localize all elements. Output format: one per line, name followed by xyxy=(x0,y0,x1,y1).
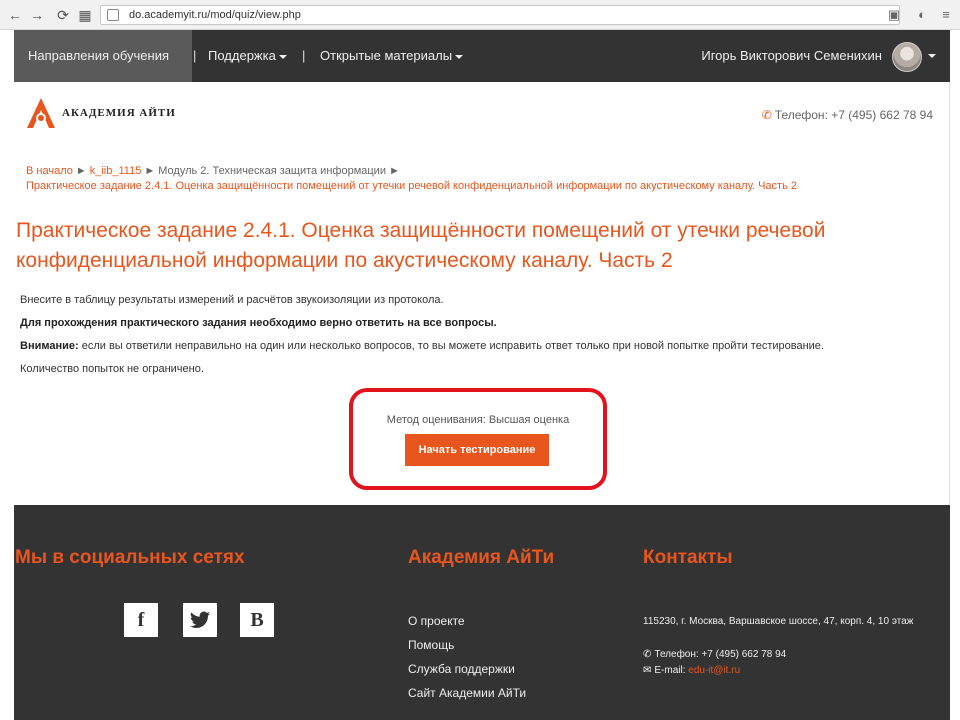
page-icon xyxy=(107,9,119,21)
intro-text-1: Внесите в таблицу результаты измерений и… xyxy=(20,294,444,306)
nav-separator: | xyxy=(302,48,306,63)
phone-icon: ✆ xyxy=(761,108,772,122)
web-page: Направления обучения | Поддержка | Откры… xyxy=(14,30,950,720)
bookmark-icon[interactable]: ▣ xyxy=(886,7,902,23)
grading-method: Метод оценивания: Высшая оценка xyxy=(386,414,570,426)
avatar[interactable] xyxy=(892,42,922,72)
vk-icon[interactable]: B xyxy=(240,603,274,637)
contact-email-link[interactable]: edu-it@it.ru xyxy=(688,665,740,676)
nav-open-materials[interactable]: Открытые материалы xyxy=(320,30,464,82)
footer-link-about[interactable]: О проекте xyxy=(408,614,465,628)
phone-icon: ✆ xyxy=(643,649,652,660)
logo-icon xyxy=(27,98,55,128)
start-test-button[interactable]: Начать тестирование xyxy=(405,434,549,466)
chevron-down-icon xyxy=(278,54,287,59)
nav-open-materials-label: Открытые материалы xyxy=(320,48,453,63)
footer-link-site[interactable]: Сайт Академии АйТи xyxy=(408,686,526,700)
footer-link-help[interactable]: Помощь xyxy=(408,638,454,652)
social-heading: Мы в социальных сетях xyxy=(15,547,245,568)
browser-toolbar: ← → ⟳ ▦ do.academyit.ru/mod/quiz/view.ph… xyxy=(0,0,960,30)
user-name[interactable]: Игорь Викторович Семенихин xyxy=(701,30,882,82)
twitter-bird-icon xyxy=(189,611,211,628)
forward-icon[interactable]: → xyxy=(28,6,46,24)
breadcrumb-course[interactable]: k_iib_1115 xyxy=(90,165,142,177)
user-menu-chevron-icon[interactable] xyxy=(928,54,936,58)
contact-phone-number: +7 (495) 662 78 94 xyxy=(701,649,787,660)
breadcrumb-line: В начало ► k_iib_1115 ► Модуль 2. Техническа… xyxy=(26,164,926,179)
page-title: Практическое задание 2.4.1. Оценка защищ… xyxy=(16,219,826,272)
header-phone-number: +7 (495) 662 78 94 xyxy=(831,108,933,122)
intro-text-4: Количество попыток не ограничено. xyxy=(20,363,204,375)
address-bar[interactable]: do.academyit.ru/mod/quiz/view.php xyxy=(100,5,900,25)
contact-email: ✉ E-mail: edu-it@it.ru xyxy=(643,663,943,679)
intro-warning-label: Внимание: xyxy=(20,340,79,352)
header-phone: ✆ Телефон: +7 (495) 662 78 94 xyxy=(762,108,933,122)
reload-icon[interactable]: ⟳ xyxy=(54,6,72,24)
top-navigation: Направления обучения | Поддержка | Откры… xyxy=(14,30,950,111)
intro-warning-text: если вы ответили неправильно на один или… xyxy=(78,340,824,352)
back-icon[interactable]: ← xyxy=(6,6,24,24)
breadcrumb: В начало ► k_iib_1115 ► Модуль 2. Техническа… xyxy=(26,164,926,194)
intro-text-3: Внимание: если вы ответили неправильно н… xyxy=(20,338,920,361)
menu-icon[interactable]: ≡ xyxy=(938,7,954,23)
address-url: do.academyit.ru/mod/quiz/view.php xyxy=(129,9,301,21)
contact-address: 115230, г. Москва, Варшавское шоссе, 47,… xyxy=(643,616,914,627)
apps-icon[interactable]: ▦ xyxy=(76,6,94,24)
academy-logo[interactable]: АКАДЕМИЯ АЙТИ xyxy=(24,96,224,130)
chevron-down-icon xyxy=(455,54,464,59)
nav-directions[interactable]: Направления обучения xyxy=(14,30,192,111)
quiz-intro: Внесите в таблицу результаты измерений и… xyxy=(20,292,920,384)
footer-link-support[interactable]: Служба поддержки xyxy=(408,662,515,676)
breadcrumb-home[interactable]: В начало xyxy=(26,165,73,177)
facebook-icon[interactable]: f xyxy=(124,603,158,637)
nav-support[interactable]: Поддержка xyxy=(208,30,287,82)
breadcrumb-module[interactable]: Модуль 2. Техническая защита информации xyxy=(158,165,386,177)
header-phone-label: Телефон: xyxy=(774,108,828,122)
contact-email-label: E-mail: xyxy=(654,665,686,676)
nav-directions-label: Направления обучения xyxy=(28,48,170,63)
extension-icon[interactable]: ◐ xyxy=(914,7,930,23)
logo-text: АКАДЕМИЯ АЙТИ xyxy=(62,107,176,119)
contact-phone-label: Телефон: xyxy=(654,649,699,660)
contact-phone: ✆ Телефон: +7 (495) 662 78 94 xyxy=(643,647,943,663)
nav-separator: | xyxy=(193,48,197,63)
intro-text-2: Для прохождения практического задания не… xyxy=(20,315,920,338)
nav-support-label: Поддержка xyxy=(208,48,276,63)
breadcrumb-separator: ► xyxy=(144,165,156,177)
envelope-icon: ✉ xyxy=(643,665,652,676)
breadcrumb-separator: ► xyxy=(388,165,400,177)
intro-requirement: Для прохождения практического задания не… xyxy=(20,317,497,329)
twitter-icon[interactable] xyxy=(183,603,217,637)
contacts-heading: Контакты xyxy=(643,547,733,568)
breadcrumb-current[interactable]: Практическое задание 2.4.1. Оценка защищ… xyxy=(26,179,926,194)
footer: Мы в социальных сетях f B Академия АйТи … xyxy=(14,505,950,720)
academy-heading: Академия АйТи xyxy=(408,547,555,568)
breadcrumb-separator: ► xyxy=(75,165,87,177)
